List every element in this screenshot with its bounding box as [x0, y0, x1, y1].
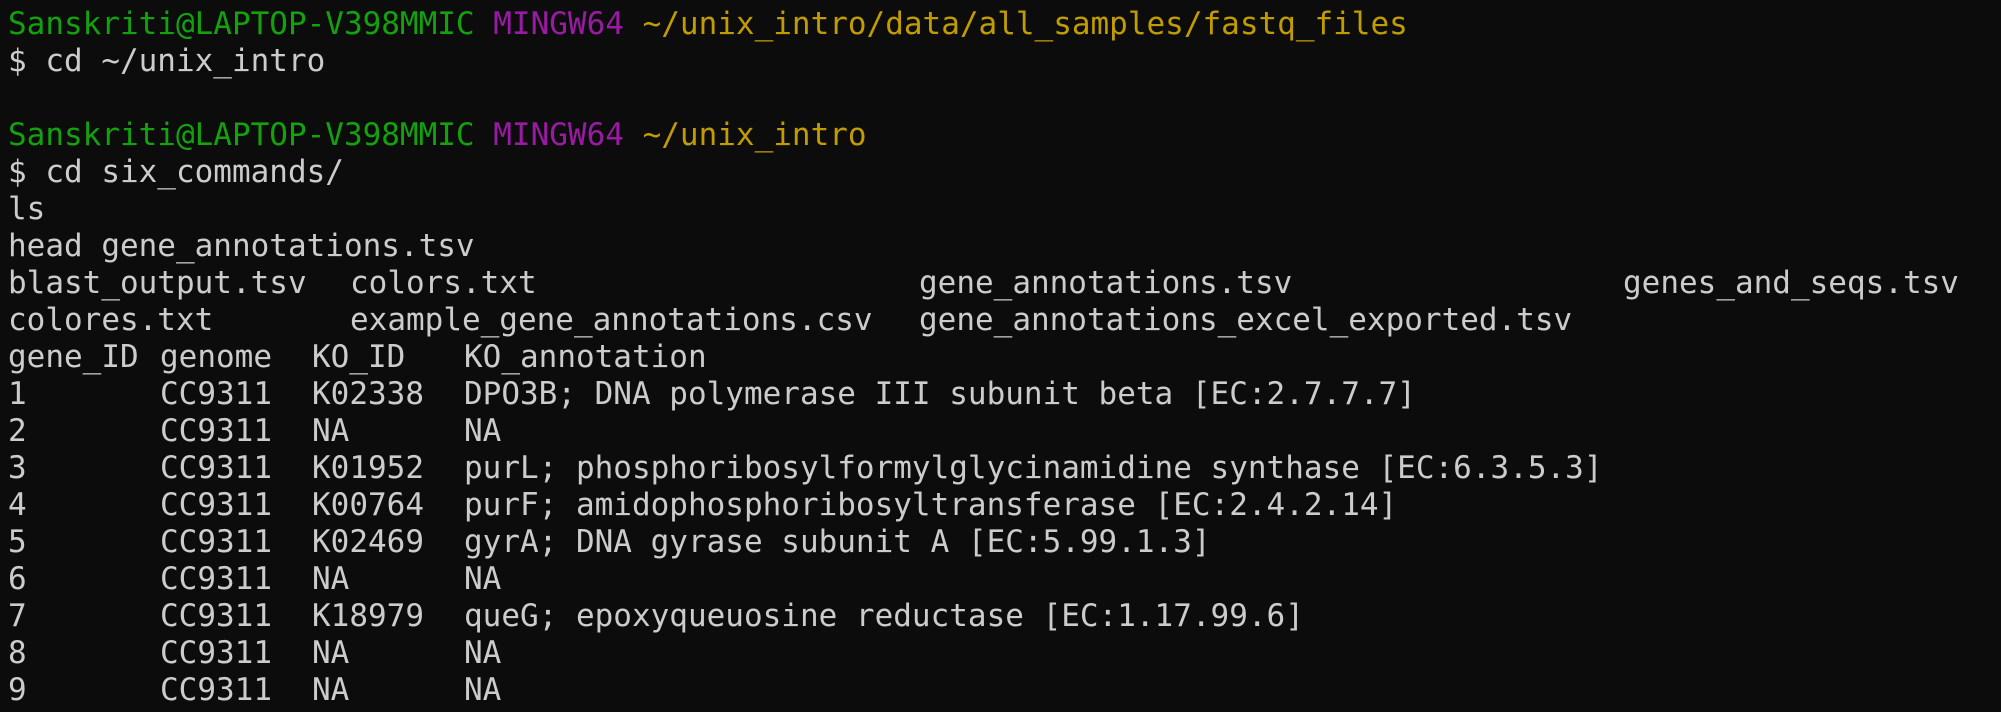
table-cell: NA [312, 672, 350, 708]
table-cell: K02338 [312, 376, 424, 412]
table-cell: NA [464, 413, 502, 449]
table-row: 5 CC9311 K02469 gyrA; DNA gyrase subunit A … [8, 524, 2001, 561]
terminal-window[interactable]: Sanskriti@LAPTOP-V398MMIC MINGW64 ~/unix… [0, 0, 2001, 712]
table-cell: CC9311 [160, 376, 272, 412]
table-body: 1 CC9311 K02338 DPO3B; DNA polymerase III s… [8, 376, 2001, 709]
typed-line: ls [8, 191, 46, 227]
table-cell: K18979 [312, 598, 424, 634]
ls-output-row: colores.txt example_gene_annotations.csv… [8, 302, 2001, 339]
file-name: colors.txt [350, 265, 537, 301]
table-cell: CC9311 [160, 450, 272, 486]
table-cell: CC9311 [160, 561, 272, 597]
command-line: $ cd ~/unix_intro [8, 43, 326, 79]
file-name: example_gene_annotations.csv [350, 302, 873, 338]
typed-line: head gene_annotations.tsv [8, 228, 475, 264]
table-cell: 2 [8, 413, 27, 449]
table-cell: K00764 [312, 487, 424, 523]
prompt-path: ~/unix_intro [642, 117, 867, 153]
table-cell: CC9311 [160, 635, 272, 671]
table-cell: CC9311 [160, 598, 272, 634]
table-cell: 3 [8, 450, 27, 486]
table-cell: 8 [8, 635, 27, 671]
table-cell: NA [464, 672, 502, 708]
table-cell: NA [312, 635, 350, 671]
table-row: 8 CC9311 NA NA [8, 635, 2001, 672]
file-name: blast_output.tsv [8, 265, 307, 301]
table-row: 9 CC9311 NA NA [8, 672, 2001, 709]
prompt-user: Sanskriti@LAPTOP-V398MMIC [8, 117, 475, 153]
prompt-line: Sanskriti@LAPTOP-V398MMIC MINGW64 ~/unix… [8, 6, 2001, 43]
table-cell: CC9311 [160, 413, 272, 449]
ls-output-row: blast_output.tsv colors.txt gene_annotat… [8, 265, 2001, 302]
table-cell: 6 [8, 561, 27, 597]
table-header: gene_ID genome KO_ID KO_annotation [8, 339, 2001, 376]
prompt-path: ~/unix_intro/data/all_samples/fastq_file… [642, 6, 1408, 42]
table-cell: 5 [8, 524, 27, 560]
table-cell: CC9311 [160, 672, 272, 708]
table-cell: K01952 [312, 450, 424, 486]
table-cell: 7 [8, 598, 27, 634]
table-row: 3 CC9311 K01952 purL; phosphoribosylformylg… [8, 450, 2001, 487]
table-cell: gyrA; DNA gyrase subunit A [EC:5.99.1.3] [464, 524, 1211, 560]
table-row: 7 CC9311 K18979 queG; epoxyqueuosine reduct… [8, 598, 2001, 635]
table-cell: NA [464, 635, 502, 671]
prompt-line: Sanskriti@LAPTOP-V398MMIC MINGW64 ~/unix… [8, 117, 2001, 154]
table-row: 1 CC9311 K02338 DPO3B; DNA polymerase III s… [8, 376, 2001, 413]
table-cell: CC9311 [160, 487, 272, 523]
table-cell: NA [312, 413, 350, 449]
column-header: genome [160, 339, 272, 375]
table-cell: NA [312, 561, 350, 597]
table-cell: purF; amidophosphoribosyltransferase [EC… [464, 487, 1398, 523]
prompt-user: Sanskriti@LAPTOP-V398MMIC [8, 6, 475, 42]
table-row: 6 CC9311 NA NA [8, 561, 2001, 598]
command-line: $ cd six_commands/ [8, 154, 344, 190]
table-row: 2 CC9311 NA NA [8, 413, 2001, 450]
table-cell: queG; epoxyqueuosine reductase [EC:1.17.… [464, 598, 1304, 634]
column-header: gene_ID [8, 339, 139, 375]
file-name: colores.txt [8, 302, 214, 338]
column-header: KO_ID [312, 339, 406, 375]
table-cell: K02469 [312, 524, 424, 560]
table-cell: 9 [8, 672, 27, 708]
column-header: KO_annotation [464, 339, 707, 375]
prompt-env: MINGW64 [493, 6, 624, 42]
prompt-env: MINGW64 [493, 117, 624, 153]
table-cell: CC9311 [160, 524, 272, 560]
table-cell: 4 [8, 487, 27, 523]
file-name: gene_annotations.tsv [919, 265, 1293, 301]
table-cell: DPO3B; DNA polymerase III subunit beta [… [464, 376, 1416, 412]
table-row: 4 CC9311 K00764 purF; amidophosphoribosyltr… [8, 487, 2001, 524]
file-name: genes_and_seqs.tsv [1623, 265, 1959, 301]
table-cell: 1 [8, 376, 27, 412]
table-cell: NA [464, 561, 502, 597]
file-name: gene_annotations_excel_exported.tsv [919, 302, 1573, 338]
table-cell: purL; phosphoribosylformylglycinamidine … [464, 450, 1603, 486]
